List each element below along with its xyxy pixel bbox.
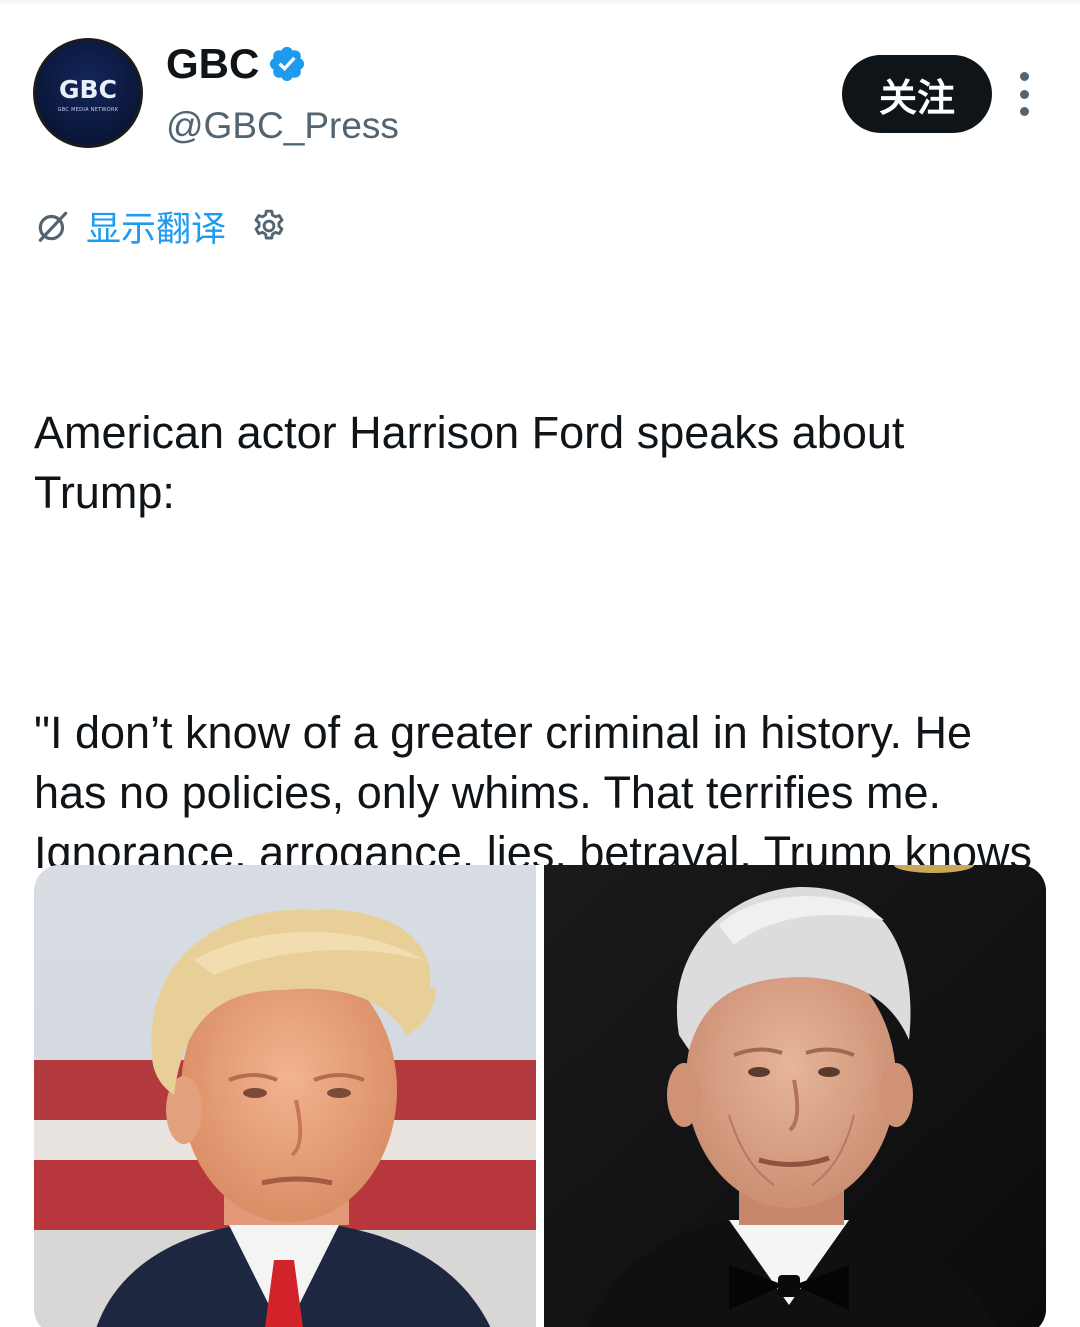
photo-right[interactable] <box>544 865 1046 1327</box>
follow-button[interactable]: 关注 <box>842 55 992 133</box>
portrait-right-image <box>544 865 1046 1327</box>
tweet-intro-text: American actor Harrison Ford speaks abou… <box>34 407 917 518</box>
translate-icon <box>38 211 68 242</box>
show-translation-link[interactable]: 显示翻译 <box>86 201 226 252</box>
tweet-media <box>34 865 1046 1327</box>
tweet-page: GBC GBC MEDIA NETWORK GBC @GBC_Press 关注 … <box>0 0 1080 1327</box>
display-name-row[interactable]: GBC <box>166 40 307 88</box>
translate-row: 显示翻译 <box>34 201 288 252</box>
handle[interactable]: @GBC_Press <box>166 104 399 148</box>
avatar[interactable]: GBC GBC MEDIA NETWORK <box>33 38 143 148</box>
photo-left[interactable] <box>34 865 536 1327</box>
gear-icon[interactable] <box>250 207 288 245</box>
display-name: GBC <box>166 40 260 87</box>
more-vertical-icon[interactable] <box>1014 72 1034 116</box>
avatar-logo-text: GBC <box>59 75 117 104</box>
verified-badge-icon <box>270 46 305 82</box>
portrait-left-image <box>34 865 536 1327</box>
top-edge <box>0 0 1080 6</box>
avatar-tagline: GBC MEDIA NETWORK <box>57 107 119 113</box>
